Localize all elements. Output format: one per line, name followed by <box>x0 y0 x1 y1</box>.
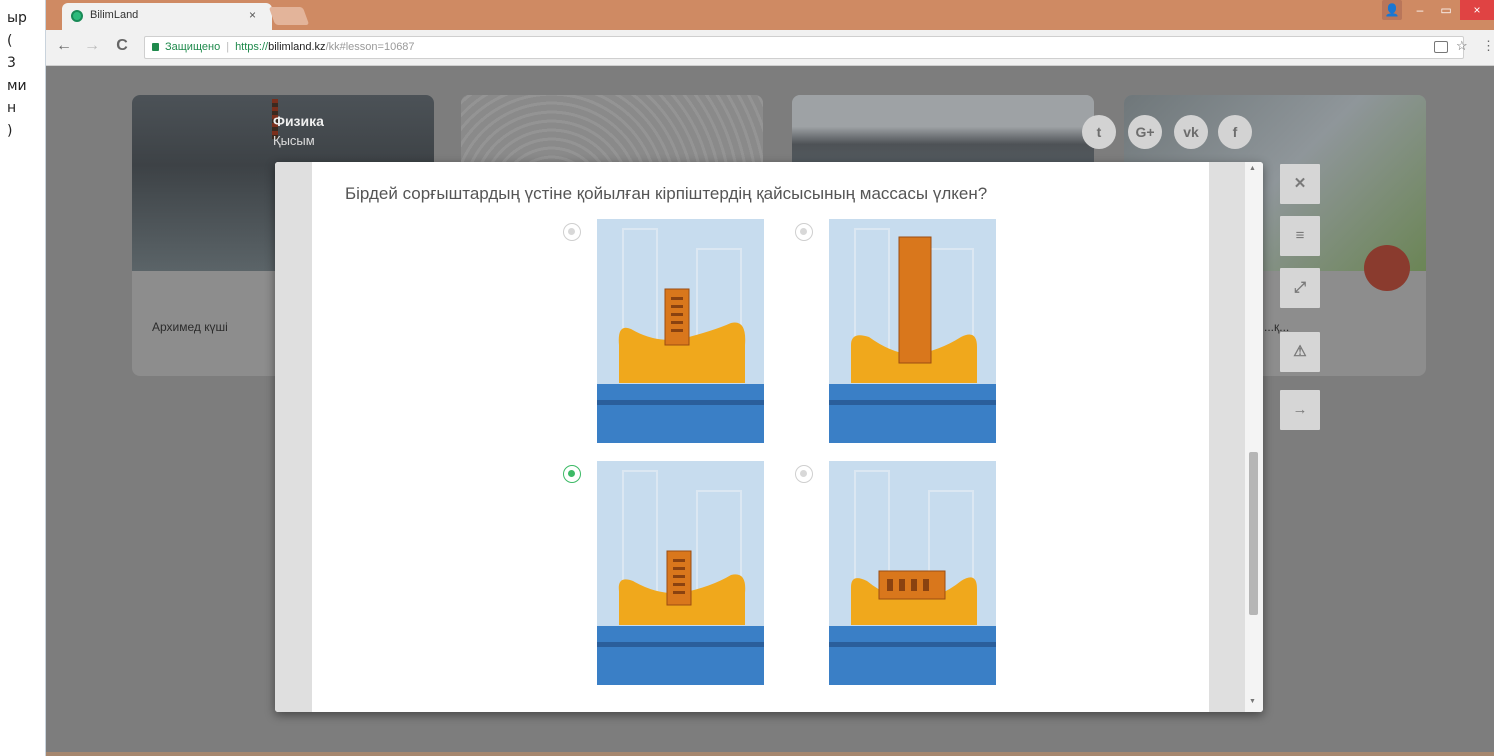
google-plus-icon[interactable]: G+ <box>1128 115 1162 149</box>
answer-radio-a[interactable] <box>563 223 581 241</box>
report-warning-button[interactable]: ⚠ <box>1280 332 1320 372</box>
next-button[interactable]: → <box>1280 390 1320 430</box>
twitter-icon[interactable]: t <box>1082 115 1116 149</box>
close-window-button[interactable]: × <box>1460 0 1494 20</box>
answer-image-d[interactable] <box>829 461 996 685</box>
side-text-line: ( <box>7 32 13 49</box>
title-bar: BilimLand × 👤 – ▭ × <box>46 0 1494 30</box>
answer-radio-b[interactable] <box>795 223 813 241</box>
side-text-line: 3 <box>7 55 16 71</box>
tab-close-icon[interactable]: × <box>249 8 256 22</box>
answer-radio-d[interactable] <box>795 465 813 483</box>
side-text-line: н <box>7 100 17 116</box>
expand-button[interactable]: ⤢ <box>1280 268 1320 308</box>
address-bar[interactable]: Защищено | https://bilimland.kz/kk#lesson=… <box>144 36 1464 59</box>
url-path: /kk#lesson=10687 <box>325 41 415 53</box>
side-text-line: ми <box>7 77 27 94</box>
reload-button[interactable]: C <box>112 37 132 55</box>
secure-label: Защищено <box>165 41 221 53</box>
scrollbar-thumb[interactable] <box>1249 452 1258 615</box>
modal-left-gutter <box>275 162 312 712</box>
quiz-question: Бірдей сорғыштардың үстіне қойылған кірп… <box>345 184 988 203</box>
translate-icon[interactable] <box>1434 41 1448 53</box>
radio-dot-icon <box>568 228 575 235</box>
answer-image-b[interactable] <box>829 219 996 443</box>
radio-dot-icon <box>800 470 807 477</box>
answer-image-c[interactable] <box>597 461 764 685</box>
forward-button[interactable]: → <box>82 37 102 55</box>
taskbar-strip <box>46 752 1494 756</box>
side-text-line: ) <box>7 122 13 139</box>
browser-tab[interactable]: BilimLand × <box>62 3 272 30</box>
facebook-icon[interactable]: f <box>1218 115 1252 149</box>
scroll-down-icon[interactable]: ▼ <box>1249 698 1256 705</box>
lock-icon <box>152 43 159 51</box>
new-tab-button[interactable] <box>268 7 310 25</box>
user-profile-icon[interactable]: 👤 <box>1382 0 1402 20</box>
answer-image-a[interactable] <box>597 219 764 443</box>
browser-menu-icon[interactable]: ⋮ <box>1482 38 1494 54</box>
radio-dot-icon <box>800 228 807 235</box>
modal-right-gutter <box>1209 162 1245 712</box>
radio-dot-icon <box>568 470 575 477</box>
bookmark-star-icon[interactable]: ☆ <box>1456 38 1468 54</box>
scroll-up-icon[interactable]: ▲ <box>1249 165 1256 172</box>
quiz-modal: ▲ ▼ Бірдей сорғыштардың үстіне қойылған … <box>275 162 1263 712</box>
modal-scrollbar[interactable]: ▲ ▼ <box>1245 162 1263 712</box>
side-text-panel: ыр ( 3 ми н ) <box>0 0 46 756</box>
address-separator: | <box>226 41 230 53</box>
maximize-button[interactable]: ▭ <box>1434 0 1458 20</box>
minimize-button[interactable]: – <box>1410 0 1430 20</box>
close-button[interactable]: ✕ <box>1280 164 1320 204</box>
favicon-icon <box>71 10 83 22</box>
card-subtitle: Қысым <box>273 133 315 148</box>
browser-toolbar: ← → C Защищено | https://bilimland.kz/kk#l… <box>46 30 1494 66</box>
side-text-line: ыр <box>7 10 27 26</box>
card-label: Архимед күші <box>152 320 228 334</box>
url-scheme: https:// <box>235 41 269 53</box>
card-title: Физика <box>273 113 324 129</box>
back-button[interactable]: ← <box>54 37 74 55</box>
vk-icon[interactable]: vk <box>1174 115 1208 149</box>
page-content: Физика Қысым Архимед күші ...қ... t G+ v… <box>46 66 1494 756</box>
tab-title: BilimLand <box>90 9 139 21</box>
url-host: bilimland.kz <box>268 41 326 53</box>
menu-button[interactable]: ≡ <box>1280 216 1320 256</box>
answer-radio-c[interactable] <box>563 465 581 483</box>
html5-badge-icon <box>1364 245 1410 291</box>
browser-window: BilimLand × 👤 – ▭ × ← → C Защищено | https… <box>46 0 1494 756</box>
